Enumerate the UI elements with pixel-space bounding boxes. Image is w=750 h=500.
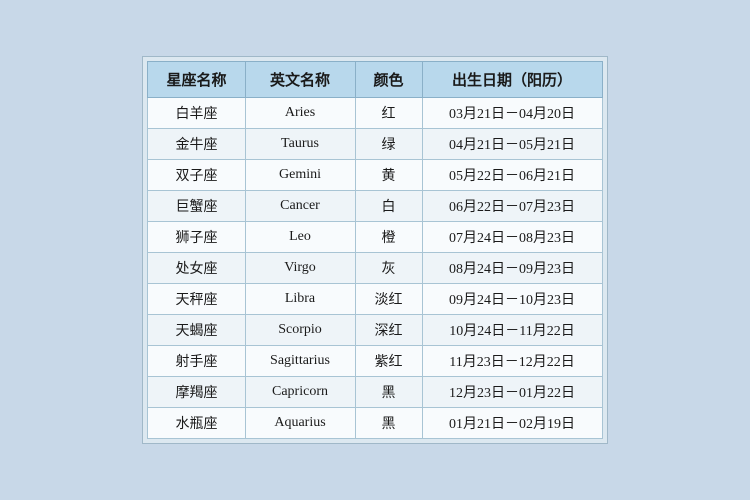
cell-english: Gemini — [245, 160, 355, 191]
header-chinese: 星座名称 — [148, 62, 245, 98]
cell-english: Virgo — [245, 253, 355, 284]
cell-color: 深红 — [355, 315, 422, 346]
cell-color: 黑 — [355, 408, 422, 439]
cell-color: 黑 — [355, 377, 422, 408]
cell-english: Leo — [245, 222, 355, 253]
table-row: 摩羯座Capricorn黑12月23日－01月22日 — [148, 377, 602, 408]
cell-chinese: 天蝎座 — [148, 315, 245, 346]
table-row: 射手座Sagittarius紫红11月23日－12月22日 — [148, 346, 602, 377]
header-color: 颜色 — [355, 62, 422, 98]
cell-english: Scorpio — [245, 315, 355, 346]
cell-english: Sagittarius — [245, 346, 355, 377]
zodiac-table-container: 星座名称 英文名称 颜色 出生日期（阳历） 白羊座Aries红03月21日－04… — [142, 56, 607, 444]
cell-chinese: 天秤座 — [148, 284, 245, 315]
cell-english: Cancer — [245, 191, 355, 222]
table-row: 天蝎座Scorpio深红10月24日－11月22日 — [148, 315, 602, 346]
table-row: 狮子座Leo橙07月24日－08月23日 — [148, 222, 602, 253]
cell-chinese: 狮子座 — [148, 222, 245, 253]
cell-date: 04月21日－05月21日 — [422, 129, 602, 160]
cell-color: 红 — [355, 98, 422, 129]
cell-date: 05月22日－06月21日 — [422, 160, 602, 191]
cell-color: 黄 — [355, 160, 422, 191]
cell-date: 11月23日－12月22日 — [422, 346, 602, 377]
cell-english: Taurus — [245, 129, 355, 160]
cell-color: 紫红 — [355, 346, 422, 377]
cell-english: Aries — [245, 98, 355, 129]
cell-date: 10月24日－11月22日 — [422, 315, 602, 346]
cell-chinese: 水瓶座 — [148, 408, 245, 439]
cell-date: 07月24日－08月23日 — [422, 222, 602, 253]
table-row: 水瓶座Aquarius黑01月21日－02月19日 — [148, 408, 602, 439]
header-english: 英文名称 — [245, 62, 355, 98]
cell-color: 灰 — [355, 253, 422, 284]
cell-color: 橙 — [355, 222, 422, 253]
cell-date: 08月24日－09月23日 — [422, 253, 602, 284]
cell-date: 01月21日－02月19日 — [422, 408, 602, 439]
cell-date: 03月21日－04月20日 — [422, 98, 602, 129]
cell-english: Aquarius — [245, 408, 355, 439]
cell-chinese: 白羊座 — [148, 98, 245, 129]
table-row: 巨蟹座Cancer白06月22日－07月23日 — [148, 191, 602, 222]
cell-chinese: 双子座 — [148, 160, 245, 191]
table-row: 天秤座Libra淡红09月24日－10月23日 — [148, 284, 602, 315]
cell-date: 12月23日－01月22日 — [422, 377, 602, 408]
table-header-row: 星座名称 英文名称 颜色 出生日期（阳历） — [148, 62, 602, 98]
cell-chinese: 射手座 — [148, 346, 245, 377]
table-row: 处女座Virgo灰08月24日－09月23日 — [148, 253, 602, 284]
cell-english: Libra — [245, 284, 355, 315]
table-row: 白羊座Aries红03月21日－04月20日 — [148, 98, 602, 129]
cell-color: 淡红 — [355, 284, 422, 315]
cell-chinese: 处女座 — [148, 253, 245, 284]
table-row: 双子座Gemini黄05月22日－06月21日 — [148, 160, 602, 191]
cell-chinese: 摩羯座 — [148, 377, 245, 408]
cell-color: 绿 — [355, 129, 422, 160]
zodiac-table: 星座名称 英文名称 颜色 出生日期（阳历） 白羊座Aries红03月21日－04… — [147, 61, 602, 439]
table-row: 金牛座Taurus绿04月21日－05月21日 — [148, 129, 602, 160]
cell-chinese: 巨蟹座 — [148, 191, 245, 222]
cell-chinese: 金牛座 — [148, 129, 245, 160]
header-date: 出生日期（阳历） — [422, 62, 602, 98]
cell-color: 白 — [355, 191, 422, 222]
cell-date: 09月24日－10月23日 — [422, 284, 602, 315]
cell-date: 06月22日－07月23日 — [422, 191, 602, 222]
cell-english: Capricorn — [245, 377, 355, 408]
